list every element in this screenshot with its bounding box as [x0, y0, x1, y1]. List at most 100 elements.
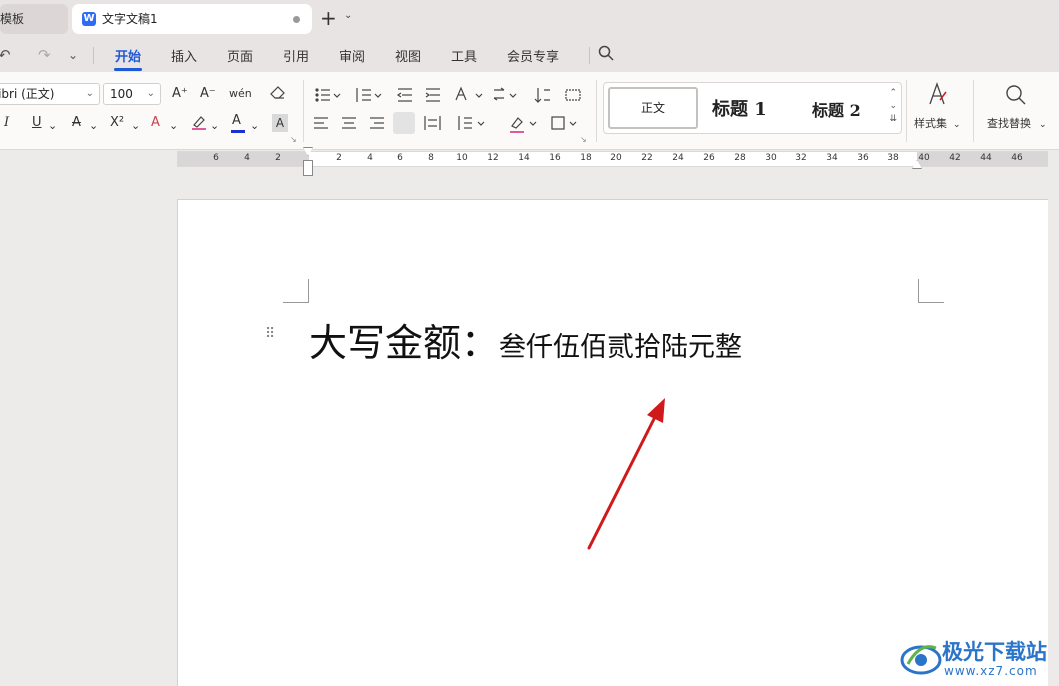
font-color-button[interactable]: A: [231, 112, 245, 133]
new-tab-menu-icon[interactable]: ⌄: [344, 10, 352, 21]
menu-divider: [589, 47, 590, 64]
ruler-number: 32: [795, 153, 807, 163]
menu-insert[interactable]: 插入: [171, 46, 197, 65]
redo-icon[interactable]: ↷: [38, 46, 51, 64]
expand-icon[interactable]: ⇊: [889, 114, 897, 124]
strikethrough-button[interactable]: A: [72, 114, 81, 132]
active-menu-indicator: [114, 68, 142, 71]
ruler-number: 4: [244, 153, 250, 163]
styles-scroll-controls[interactable]: ⌃ ⌄ ⇊: [889, 87, 897, 126]
chevron-down-icon[interactable]: ⌄: [131, 117, 140, 135]
ruler-number: 6: [213, 153, 219, 163]
ribbon-divider: [303, 80, 304, 142]
paragraph-dialog-launcher-icon[interactable]: ↘: [580, 135, 587, 144]
chevron-down-icon[interactable]: ⌄: [1039, 116, 1047, 134]
ruler-number: 2: [336, 153, 342, 163]
style-set-icon[interactable]: [927, 82, 949, 112]
chevron-down-icon[interactable]: ⌄: [889, 101, 897, 111]
font-size-select[interactable]: 100 ⌄: [103, 83, 161, 105]
document-paragraph[interactable]: 大写金额：叁仟伍佰贰拾陆元整: [309, 312, 742, 367]
tab-template-label: 稿壳模板: [0, 12, 25, 26]
chevron-down-icon[interactable]: ⌄: [89, 117, 98, 135]
amount-label: 大写金额：: [309, 321, 500, 365]
clear-format-button[interactable]: [270, 85, 286, 105]
style-heading-1[interactable]: 标题 1: [712, 95, 767, 121]
ruler-number: 42: [949, 153, 961, 163]
text-effect-button[interactable]: A: [151, 114, 160, 132]
menu-divider: [93, 47, 94, 64]
aurora-logo-icon: [900, 645, 942, 675]
tab-bar: 稿壳模板 W 文字文稿1 + ⌄: [0, 0, 1059, 38]
ruler-number: 46: [1011, 153, 1023, 163]
chevron-down-icon[interactable]: ⌄: [210, 117, 219, 135]
chevron-down-icon[interactable]: ⌄: [169, 117, 178, 135]
menu-view[interactable]: 视图: [395, 46, 421, 65]
ribbon-divider: [973, 80, 974, 142]
tab-document[interactable]: W 文字文稿1: [72, 4, 312, 34]
find-replace-label[interactable]: 查找替换: [987, 115, 1031, 133]
menu-review[interactable]: 审阅: [339, 46, 365, 65]
margin-corner-mark: [918, 279, 944, 303]
watermark-logo: 极光下载站 www.xz7.com: [898, 634, 1056, 684]
grow-font-button[interactable]: A⁺: [172, 85, 188, 103]
shrink-font-button[interactable]: A⁻: [200, 85, 216, 103]
ruler-number: 14: [518, 153, 530, 163]
italic-button[interactable]: I: [4, 114, 9, 132]
phonetic-guide-button[interactable]: wén: [229, 85, 252, 103]
ruler-number: 8: [428, 153, 434, 163]
unsaved-dot-icon[interactable]: [293, 16, 300, 23]
undo-icon[interactable]: ↶: [0, 46, 11, 64]
tab-document-label: 文字文稿1: [102, 12, 158, 26]
menu-home[interactable]: 开始: [115, 46, 141, 65]
chevron-down-icon[interactable]: ⌄: [48, 117, 57, 135]
ruler-number: 10: [456, 153, 468, 163]
search-icon[interactable]: [598, 45, 614, 65]
ruler-number: 44: [980, 153, 992, 163]
char-shading-button[interactable]: A: [272, 114, 288, 132]
style-heading-2[interactable]: 标题 2: [812, 97, 861, 121]
ruler-number: 26: [703, 153, 715, 163]
amount-uppercase-value: 叁仟伍佰贰拾陆元整: [499, 332, 743, 363]
paragraph-drag-handle-icon[interactable]: ⠿: [265, 327, 277, 341]
justify-align-active-bg: [393, 112, 415, 134]
ribbon-divider: [596, 80, 597, 142]
font-size-value: 100: [110, 87, 133, 101]
menu-tools[interactable]: 工具: [451, 46, 477, 65]
menu-page[interactable]: 页面: [227, 46, 253, 65]
highlighter-icon: [192, 116, 206, 130]
font-color-bar: [231, 130, 245, 133]
chevron-down-icon: ⌄: [85, 88, 94, 99]
style-normal[interactable]: 正文: [608, 87, 698, 129]
ruler-number: 18: [580, 153, 592, 163]
style-set-label[interactable]: 样式集: [914, 115, 947, 133]
ruler-number: 28: [734, 153, 746, 163]
quick-access-more-icon[interactable]: ⌄: [68, 48, 78, 62]
font-name-select[interactable]: Calibri (正文) ⌄: [0, 83, 100, 105]
new-tab-button[interactable]: +: [320, 6, 337, 30]
menu-membership[interactable]: 会员专享: [507, 46, 559, 65]
chevron-up-icon[interactable]: ⌃: [889, 88, 897, 98]
font-name-value: Calibri (正文): [0, 87, 55, 101]
left-indent-marker[interactable]: [303, 160, 313, 176]
chevron-down-icon[interactable]: ⌄: [953, 116, 961, 134]
menu-references[interactable]: 引用: [283, 46, 309, 65]
find-replace-icon[interactable]: [1005, 84, 1027, 112]
ruler-number: 36: [857, 153, 869, 163]
annotation-arrow-icon: [587, 398, 665, 550]
chevron-down-icon: ⌄: [146, 88, 155, 99]
ruler-number: 16: [549, 153, 561, 163]
tab-template[interactable]: 稿壳模板: [0, 4, 68, 34]
paragraph-tools-icon[interactable]: [314, 86, 604, 136]
watermark-title: 极光下载站: [942, 640, 1047, 664]
ruler-number: 24: [672, 153, 684, 163]
underline-button[interactable]: U: [32, 114, 42, 132]
margin-corner-mark: [283, 279, 309, 303]
styles-gallery: 正文 标题 1 标题 2 ⌃ ⌄ ⇊: [603, 82, 902, 134]
font-color-letter: A: [232, 113, 241, 128]
ruler-number: 12: [487, 153, 499, 163]
superscript-button[interactable]: X²: [110, 114, 124, 132]
chevron-down-icon[interactable]: ⌄: [250, 117, 259, 135]
font-dialog-launcher-icon[interactable]: ↘: [290, 135, 297, 144]
ruler-number: 22: [641, 153, 653, 163]
highlight-button[interactable]: [191, 114, 207, 136]
